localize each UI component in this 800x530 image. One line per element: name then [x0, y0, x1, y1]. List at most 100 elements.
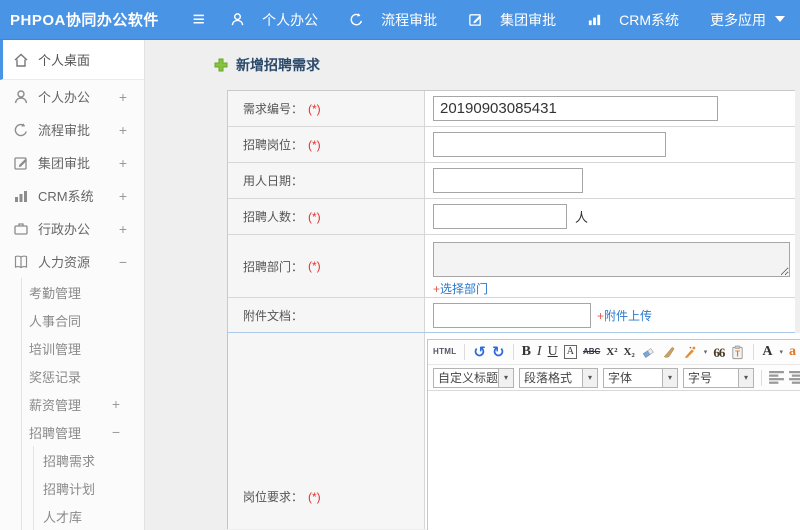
recruit-demand-form: 需求编号： (*) 招聘岗位： (*) 用人日期： — [227, 90, 800, 530]
form-row-position: 招聘岗位： (*) — [227, 127, 795, 163]
sidebar-item-rewards[interactable]: 奖惩记录 — [22, 362, 144, 390]
sidebar-item-training[interactable]: 培训管理 — [22, 334, 144, 362]
sidebar-item-personal-office[interactable]: 个人办公 + — [0, 80, 144, 113]
sidebar-item-human-resources[interactable]: 人力资源 − — [0, 245, 144, 278]
sidebar-item-label: 行政办公 — [38, 222, 91, 237]
top-bar: PHPOA协同办公软件 ≡ 个人办公 流程审批 集团审批 CRM系统 更多应用 — [0, 0, 800, 40]
highlight-pen-icon[interactable] — [683, 345, 697, 359]
collapse-icon[interactable]: − — [112, 424, 120, 440]
bold-button[interactable]: B — [522, 345, 531, 359]
position-input[interactable] — [433, 132, 666, 157]
expand-icon[interactable]: + — [112, 396, 120, 412]
required-mark: (*) — [308, 259, 321, 273]
hire-date-input[interactable] — [433, 168, 583, 193]
font-size-select[interactable]: 字号 ▾ — [683, 367, 754, 388]
topnav-personal-office[interactable]: 个人办公 — [230, 10, 318, 30]
sidebar-item-talent-pool[interactable]: 人才库 — [34, 502, 144, 530]
expand-icon[interactable]: + — [119, 155, 127, 171]
font-color-button[interactable]: A — [762, 345, 772, 359]
sidebar-item-salary[interactable]: 薪资管理 + — [22, 390, 144, 418]
sidebar-item-label: 奖惩记录 — [29, 369, 82, 385]
sidebar-item-crm-system[interactable]: CRM系统 + — [0, 179, 144, 212]
sidebar-item-label: 人力资源 — [38, 255, 91, 270]
upload-attachment-link[interactable]: +附件上传 — [597, 307, 652, 324]
superscript-button[interactable]: X² — [606, 346, 617, 358]
required-mark: (*) — [308, 209, 321, 224]
plus-icon: + — [597, 308, 605, 323]
expand-icon[interactable]: + — [119, 89, 127, 105]
caret-down-icon: ▾ — [662, 368, 677, 387]
recruit-submenu: 招聘需求 招聘计划 人才库 — [33, 446, 144, 530]
align-left-icon[interactable] — [769, 371, 784, 384]
paragraph-format-select[interactable]: 段落格式 ▾ — [519, 367, 598, 388]
expand-icon[interactable]: + — [119, 122, 127, 138]
sidebar-item-attendance[interactable]: 考勤管理 — [22, 278, 144, 306]
undo-icon[interactable]: ↺ — [473, 345, 486, 360]
sidebar-item-label: 集团审批 — [38, 156, 91, 171]
font-family-select[interactable]: 字体 ▾ — [603, 367, 678, 388]
attachment-input[interactable] — [433, 302, 591, 328]
sidebar-item-personal-desktop[interactable]: 个人桌面 — [0, 40, 144, 80]
redo-icon[interactable]: ↻ — [492, 345, 505, 360]
sidebar-item-label: 培训管理 — [29, 341, 82, 357]
caret-down-icon[interactable]: ▾ — [704, 349, 708, 356]
form-row-attachment: 附件文档： +附件上传 — [227, 298, 795, 333]
sidebar-item-label: CRM系统 — [38, 189, 94, 204]
format-brush-icon[interactable] — [662, 345, 677, 359]
background-color-button[interactable]: a — [789, 345, 796, 359]
caret-down-icon: ▾ — [582, 368, 597, 387]
sidebar-item-label: 人才库 — [43, 509, 83, 525]
eraser-icon[interactable] — [641, 345, 656, 359]
paste-clipboard-icon[interactable]: T — [730, 345, 745, 360]
blockquote-button[interactable]: 66 — [713, 346, 725, 359]
hamburger-menu-icon[interactable]: ≡ — [181, 9, 216, 30]
sidebar-item-group-approval[interactable]: 集团审批 + — [0, 146, 144, 179]
html-source-button[interactable]: HTML — [433, 348, 456, 356]
topnav-label: 流程审批 — [381, 11, 438, 28]
plus-icon: + — [433, 282, 441, 296]
required-mark: (*) — [308, 137, 321, 152]
toolbar-separator — [464, 344, 466, 360]
font-border-button[interactable]: A — [563, 345, 577, 359]
required-mark: (*) — [308, 101, 321, 116]
topnav-group-approval[interactable]: 集团审批 — [468, 10, 556, 30]
field-label: 需求编号： — [243, 102, 304, 116]
editor-toolbar-row1: HTML ↺ ↻ B I U A ABC X² X₂ ▾ 66 T A ▾ a — [428, 340, 800, 365]
collapse-icon[interactable]: − — [119, 254, 127, 270]
user-icon — [230, 12, 246, 28]
editor-body[interactable] — [428, 391, 800, 530]
headcount-input[interactable] — [433, 204, 567, 229]
caret-down-icon[interactable]: ▾ — [779, 349, 783, 356]
book-icon — [13, 254, 29, 270]
editor-toolbar-row2: 自定义标题 ▾ 段落格式 ▾ 字体 ▾ 字号 ▾ — [428, 365, 800, 391]
field-label: 岗位要求： — [243, 490, 304, 504]
demand-no-input[interactable] — [433, 96, 718, 121]
caret-down-icon: ▾ — [498, 368, 513, 387]
bar-chart-icon — [13, 188, 29, 204]
topnav-more-apps[interactable]: 更多应用 — [710, 10, 766, 30]
italic-button[interactable]: I — [537, 345, 542, 359]
expand-icon[interactable]: + — [119, 188, 127, 204]
form-row-hire-date: 用人日期： — [227, 163, 795, 199]
edit-icon — [13, 155, 29, 171]
expand-icon[interactable]: + — [119, 221, 127, 237]
sidebar-item-recruit-mgmt[interactable]: 招聘管理 − — [22, 418, 144, 446]
subscript-button[interactable]: X₂ — [624, 346, 635, 358]
department-textarea[interactable] — [433, 242, 790, 277]
strikethrough-button[interactable]: ABC — [583, 348, 600, 356]
sidebar-item-label: 个人桌面 — [38, 53, 91, 68]
edit-icon — [468, 12, 484, 28]
heading-select[interactable]: 自定义标题 ▾ — [433, 367, 514, 388]
sidebar-item-process-approval[interactable]: 流程审批 + — [0, 113, 144, 146]
sidebar-item-recruit-demand[interactable]: 招聘需求 — [34, 446, 144, 474]
align-center-icon[interactable] — [789, 371, 800, 384]
sidebar-item-admin-office[interactable]: 行政办公 + — [0, 212, 144, 245]
sidebar-item-hr-contract[interactable]: 人事合同 — [22, 306, 144, 334]
underline-button[interactable]: U — [548, 345, 558, 359]
topnav-crm-system[interactable]: CRM系统 — [587, 10, 679, 30]
sidebar-item-recruit-plan[interactable]: 招聘计划 — [34, 474, 144, 502]
topnav-process-approval[interactable]: 流程审批 — [349, 10, 437, 30]
more-apps-dropdown[interactable] — [775, 16, 800, 23]
select-department-link[interactable]: +选择部门 — [433, 280, 488, 297]
sidebar-item-label: 招聘需求 — [43, 453, 96, 469]
